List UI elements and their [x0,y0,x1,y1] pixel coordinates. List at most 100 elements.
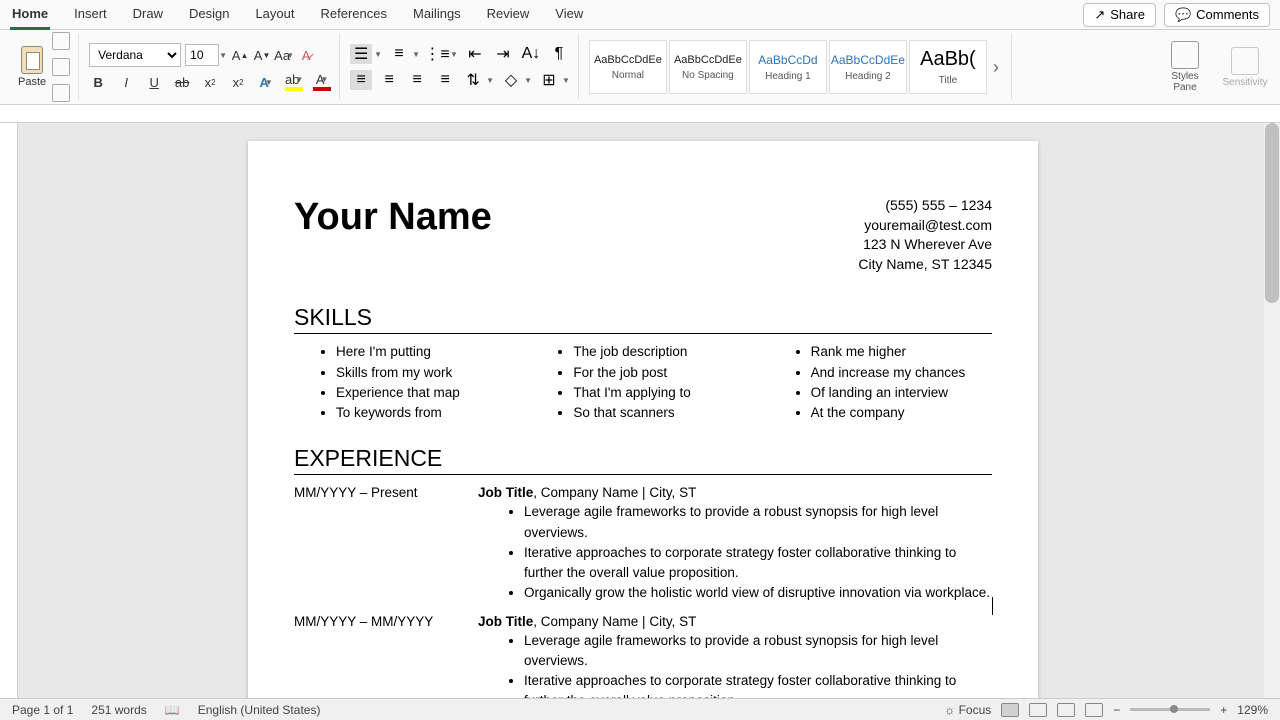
borders-button[interactable]: ⊞ [538,70,560,90]
zoom-out-button[interactable]: − [1113,703,1120,717]
format-painter-icon[interactable] [52,84,70,102]
web-layout-icon[interactable] [1029,703,1047,717]
shading-button[interactable]: ◇ [500,70,522,90]
increase-indent-button[interactable]: ⇥ [492,44,514,64]
font-name-select[interactable]: Verdana [89,43,181,67]
skills-column: The job descriptionFor the job postThat … [531,342,754,423]
draft-icon[interactable] [1085,703,1103,717]
list-item: So that scanners [573,403,754,423]
experience-row: MM/YYYY – MM/YYYYJob Title, Company Name… [294,614,992,698]
paste-button[interactable]: Paste [18,46,46,88]
job-body: Job Title, Company Name | City, ST Levera… [478,485,992,603]
list-item: Leverage agile frameworks to provide a r… [524,502,992,543]
job-body: Job Title, Company Name | City, ST Levera… [478,614,992,698]
list-item: Organically grow the holistic world view… [524,583,992,603]
font-color-button[interactable]: A▼ [313,73,331,91]
tab-home[interactable]: Home [10,0,50,30]
multilevel-button[interactable]: ⋮≡ [426,44,448,64]
job-title-line: Job Title, Company Name | City, ST [478,485,992,500]
job-title-line: Job Title, Company Name | City, ST [478,614,992,629]
focus-mode-button[interactable]: ☼ Focus [944,703,991,717]
subscript-button[interactable]: x2 [201,73,219,91]
grow-font-button[interactable]: A▲ [231,46,249,64]
decrease-indent-button[interactable]: ⇤ [464,44,486,64]
list-item: Experience that map [336,383,517,403]
tab-mailings[interactable]: Mailings [411,0,463,30]
font-size-input[interactable] [185,44,219,66]
highlight-button[interactable]: ab▼ [285,73,303,91]
tab-view[interactable]: View [553,0,585,30]
style-title[interactable]: AaBb(Title [909,40,987,94]
list-item: Rank me higher [811,342,992,362]
list-item: At the company [811,403,992,423]
bullets-button[interactable]: ☰ [350,44,372,64]
list-item: To keywords from [336,403,517,423]
tab-layout[interactable]: Layout [253,0,296,30]
text-cursor [992,597,993,615]
vertical-scrollbar[interactable] [1264,123,1280,698]
change-case-button[interactable]: Aa▼ [275,46,293,64]
skills-column: Rank me higherAnd increase my chancesOf … [769,342,992,423]
justify-button[interactable]: ≡ [434,70,456,90]
tab-review[interactable]: Review [485,0,532,30]
print-layout-icon[interactable] [1001,703,1019,717]
list-item: Skills from my work [336,363,517,383]
clear-format-button[interactable]: A̷ [297,46,315,64]
styles-pane-button[interactable]: Styles Pane [1160,41,1210,93]
pilcrow-button[interactable]: ¶ [548,44,570,64]
vertical-ruler[interactable] [0,123,18,698]
page-indicator[interactable]: Page 1 of 1 [12,703,73,717]
comments-button[interactable]: 💬 Comments [1164,3,1270,27]
skills-heading: SKILLS [294,304,992,334]
align-left-button[interactable]: ≡ [350,70,372,90]
language-indicator[interactable]: English (United States) [198,703,321,717]
list-item: Of landing an interview [811,383,992,403]
sensitivity-button[interactable]: Sensitivity [1220,47,1270,88]
word-count[interactable]: 251 words [91,703,146,717]
share-button[interactable]: ↗ Share [1083,3,1156,27]
list-item: The job description [573,342,754,362]
skills-column: Here I'm puttingSkills from my workExper… [294,342,517,423]
job-date: MM/YYYY – Present [294,485,478,603]
italic-button[interactable]: I [117,73,135,91]
shrink-font-button[interactable]: A▼ [253,46,271,64]
zoom-level[interactable]: 129% [1237,703,1268,717]
document-canvas[interactable]: Your Name (555) 555 – 1234 youremail@tes… [18,123,1264,698]
align-right-button[interactable]: ≡ [406,70,428,90]
align-center-button[interactable]: ≡ [378,70,400,90]
list-item: That I'm applying to [573,383,754,403]
line-spacing-button[interactable]: ⇅ [462,70,484,90]
spellcheck-icon[interactable]: 📖 [165,703,180,717]
horizontal-ruler[interactable] [0,105,1280,123]
outline-icon[interactable] [1057,703,1075,717]
zoom-slider[interactable] [1130,708,1210,711]
experience-heading: EXPERIENCE [294,445,992,475]
zoom-in-button[interactable]: + [1220,703,1227,717]
job-date: MM/YYYY – MM/YYYY [294,614,478,698]
list-item: And increase my chances [811,363,992,383]
strike-button[interactable]: ab [173,73,191,91]
copy-icon[interactable] [52,58,70,76]
cut-icon[interactable] [52,32,70,50]
page: Your Name (555) 555 – 1234 youremail@tes… [248,141,1038,698]
list-item: For the job post [573,363,754,383]
tab-references[interactable]: References [319,0,389,30]
text-effects-button[interactable]: A▼ [257,73,275,91]
underline-button[interactable]: U [145,73,163,91]
bold-button[interactable]: B [89,73,107,91]
list-item: Iterative approaches to corporate strate… [524,543,992,584]
list-item: Leverage agile frameworks to provide a r… [524,631,992,672]
style-normal[interactable]: AaBbCcDdEeNormal [589,40,667,94]
numbering-button[interactable]: ≡ [388,44,410,64]
superscript-button[interactable]: x2 [229,73,247,91]
sort-button[interactable]: A↓ [520,44,542,64]
tab-draw[interactable]: Draw [131,0,165,30]
resume-name: Your Name [294,196,492,239]
styles-more-button[interactable]: › [989,57,1003,78]
style-no-spacing[interactable]: AaBbCcDdEeNo Spacing [669,40,747,94]
tab-insert[interactable]: Insert [72,0,109,30]
list-item: Here I'm putting [336,342,517,362]
style-heading-2[interactable]: AaBbCcDdEeHeading 2 [829,40,907,94]
style-heading-1[interactable]: AaBbCcDdHeading 1 [749,40,827,94]
tab-design[interactable]: Design [187,0,231,30]
